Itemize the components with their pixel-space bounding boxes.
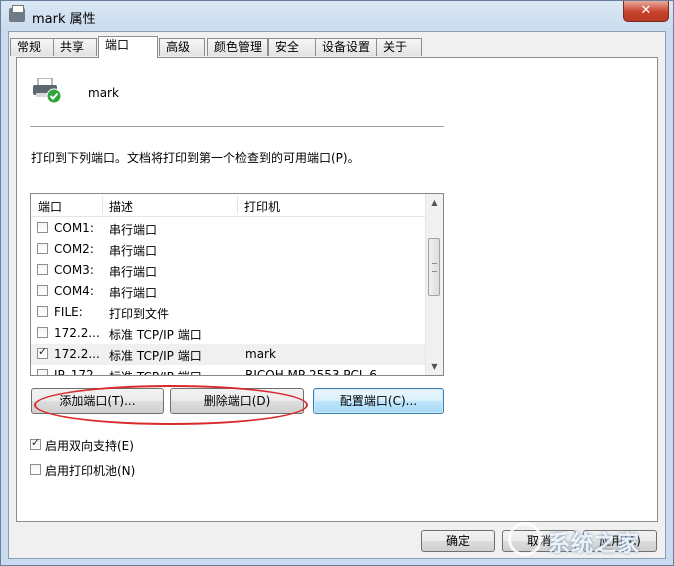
table-row-selected[interactable]: 172.2... 标准 TCP/IP 端口 mark (31, 344, 426, 365)
header-port[interactable]: 端口 (38, 198, 62, 215)
row-description: 串行端口 (109, 244, 158, 258)
window-title: mark 属性 (32, 12, 96, 27)
row-printer: RICOH MP 2553 PCL 6 (245, 368, 378, 376)
row-description: 标准 TCP/IP 端口 (109, 328, 202, 342)
printer-name: mark (88, 86, 119, 100)
tab-about[interactable]: 关于 (376, 38, 422, 56)
table-row[interactable]: COM1: 串行端口 (31, 218, 426, 239)
configure-port-button[interactable]: 配置端口(C)... (313, 388, 444, 414)
row-port: 172.2... (54, 326, 100, 340)
row-description: 串行端口 (109, 286, 158, 300)
header-divider[interactable] (102, 196, 103, 214)
row-description: 串行端口 (109, 265, 158, 279)
watermark-text: 系统之家 (548, 532, 641, 557)
scroll-up-arrow-icon[interactable]: ▲ (426, 194, 443, 211)
tab-advanced[interactable]: 高级 (159, 38, 205, 56)
bidirectional-label[interactable]: 启用双向支持(E) (45, 437, 134, 454)
ports-list-header: 端口 描述 打印机 (31, 194, 426, 217)
ok-button[interactable]: 确定 (421, 530, 495, 552)
table-row[interactable]: IP_172... 标准 TCP/IP 端口 RICOH MP 2553 PCL… (31, 365, 426, 376)
ports-list[interactable]: 端口 描述 打印机 COM1: 串行端口 COM2: 串行端口 COM3: 串行… (30, 193, 444, 376)
header-description[interactable]: 描述 (109, 198, 133, 215)
row-port: FILE: (54, 305, 83, 319)
scroll-down-arrow-icon[interactable]: ▼ (426, 358, 443, 375)
printer-icon (33, 78, 62, 104)
row-printer: mark (245, 347, 276, 361)
header-printer[interactable]: 打印机 (244, 198, 280, 215)
red-annotation-ellipse (34, 385, 308, 425)
pooling-checkbox[interactable] (30, 464, 41, 475)
row-port: COM4: (54, 284, 94, 298)
row-checkbox[interactable] (37, 285, 48, 296)
row-description: 打印到文件 (109, 307, 170, 321)
row-port: COM2: (54, 242, 94, 256)
watermark-icon (508, 522, 542, 556)
tab-security[interactable]: 安全 (268, 38, 316, 56)
table-row[interactable]: COM2: 串行端口 (31, 239, 426, 260)
table-row[interactable]: COM4: 串行端口 (31, 281, 426, 302)
row-port: IP_172... (54, 368, 106, 376)
tab-general[interactable]: 常规 (10, 38, 54, 56)
row-checkbox[interactable] (37, 369, 48, 375)
row-description: 标准 TCP/IP 端口 (109, 349, 202, 363)
row-port: COM3: (54, 263, 94, 277)
row-port: COM1: (54, 221, 94, 235)
header-divider[interactable] (237, 196, 238, 214)
port-description: 打印到下列端口。文档将打印到第一个检查到的可用端口(P)。 (31, 151, 360, 165)
separator (30, 126, 444, 127)
close-button[interactable]: ✕ (623, 1, 669, 22)
title-bar[interactable]: mark 属性 ✕ (1, 1, 673, 31)
row-description: 标准 TCP/IP 端口 (109, 368, 202, 375)
table-row[interactable]: 172.2... 标准 TCP/IP 端口 (31, 323, 426, 344)
scroll-thumb[interactable] (428, 238, 440, 296)
tab-device-settings[interactable]: 设备设置 (315, 38, 377, 56)
tab-ports[interactable]: 端口 (98, 36, 158, 58)
row-checkbox[interactable] (37, 243, 48, 254)
vertical-scrollbar[interactable]: ▲ ▼ (425, 194, 443, 375)
row-checkbox[interactable] (37, 264, 48, 275)
table-row[interactable]: FILE: 打印到文件 (31, 302, 426, 323)
pooling-label[interactable]: 启用打印机池(N) (45, 462, 135, 479)
row-checkbox[interactable] (37, 345, 48, 359)
row-port: 172.2... (54, 347, 100, 361)
row-checkbox[interactable] (37, 222, 48, 233)
row-checkbox[interactable] (37, 306, 48, 317)
table-row[interactable]: COM3: 串行端口 (31, 260, 426, 281)
tab-color-management[interactable]: 颜色管理 (207, 38, 268, 56)
bidirectional-checkbox[interactable] (30, 436, 41, 450)
row-description: 串行端口 (109, 223, 158, 237)
tab-sharing[interactable]: 共享 (53, 38, 97, 56)
watermark-logo: 系统之家 (508, 518, 668, 560)
printer-title-icon (9, 5, 25, 22)
row-checkbox[interactable] (37, 327, 48, 338)
